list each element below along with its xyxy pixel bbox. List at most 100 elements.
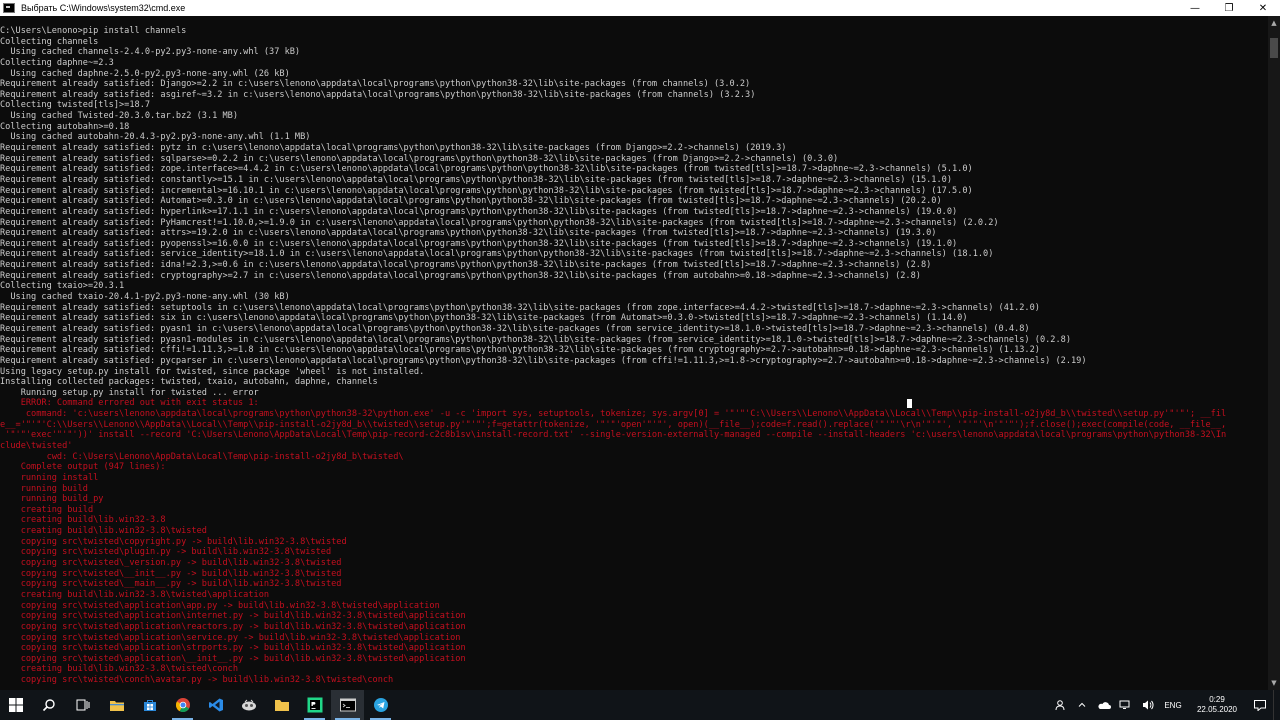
vertical-scrollbar[interactable]: ▲ ▼ [1268,16,1280,690]
console-line: Collecting twisted[tls]>=18.7 [0,100,151,111]
onedrive-icon[interactable] [1093,690,1115,720]
console-line: Using legacy setup.py install for twiste… [0,366,425,377]
telegram-icon[interactable] [364,690,397,720]
console-line: Using cached txaio-20.4.1-py2.py3-none-a… [0,292,290,303]
console-line: Using cached daphne-2.5.0-py2.py3-none-a… [0,68,290,79]
search-icon[interactable] [32,690,66,720]
console-line: copying src\twisted\application\reactors… [0,621,466,632]
console-line: copying src\twisted\__init__.py -> build… [0,568,342,579]
console-line: copying src\twisted\plugin.py -> build\l… [0,547,332,558]
cmd-icon[interactable] [331,690,364,720]
system-tray: ENG 0:29 22.05.2020 [1049,690,1280,720]
console-line: Requirement already satisfied: attrs>=19… [0,228,937,239]
console-line: copying src\twisted\__main__.py -> build… [0,579,342,590]
store-icon[interactable] [133,690,166,720]
console-line: Requirement already satisfied: service_i… [0,249,994,260]
chrome-icon[interactable] [166,690,199,720]
people-icon[interactable] [1049,690,1071,720]
show-desktop-button[interactable] [1273,690,1280,720]
folder-icon[interactable] [265,690,298,720]
console-line: ERROR: Command errored out with exit sta… [0,398,259,409]
vscode-icon[interactable] [199,690,232,720]
console-line: Collecting txaio>=20.3.1 [0,281,125,292]
console-line: e__='"'"'C:\\Users\\Lenono\\AppData\\Loc… [0,419,1227,430]
console-line: Running setup.py install for twisted ...… [0,387,259,398]
console-line: Collecting autobahn>=0.18 [0,121,130,132]
console-line: Requirement already satisfied: PyHamcres… [0,217,999,228]
console-line: Requirement already satisfied: pycparser… [0,355,1087,366]
console-line: creating build\lib.win32-3.8\twisted\con… [0,664,238,675]
console-line: Requirement already satisfied: Automat>=… [0,196,942,207]
console-line: clude\twisted' [0,440,73,451]
console-line: copying src\twisted\application\app.py -… [0,600,440,611]
console-line: Using cached channels-2.4.0-py2.py3-none… [0,47,301,58]
text-cursor [907,399,912,408]
console-line: C:\Users\Lenono>pip install channels [0,26,187,36]
console-line: Requirement already satisfied: six in c:… [0,313,968,324]
scroll-up-arrow-icon[interactable]: ▲ [1268,18,1280,28]
console-line: running install [0,472,99,483]
console-line: Requirement already satisfied: constantl… [0,174,952,185]
console-line: Requirement already satisfied: pytz in c… [0,143,787,154]
console-line: '"'"'exec'"'"'))' install --record 'C:\U… [0,430,1227,441]
clock-time: 0:29 [1209,695,1225,704]
network-icon[interactable] [1115,690,1137,720]
notifications-icon[interactable] [1247,690,1273,720]
console-line: Requirement already satisfied: zope.inte… [0,164,973,175]
console-line: Using cached autobahn-20.4.3-py2.py3-non… [0,132,311,143]
console-line: copying src\twisted\_version.py -> build… [0,558,342,569]
console-line: running build_py [0,494,104,505]
console-line: copying src\twisted\application\service.… [0,632,461,643]
console-line: creating build\lib.win32-3.8\twisted [0,526,207,537]
console-line: copying src\twisted\conch\avatar.py -> b… [0,675,394,686]
console-line: creating build\lib.win32-3.8 [0,515,166,526]
task-view-icon[interactable] [66,690,100,720]
console-line: Requirement already satisfied: cryptogra… [0,270,921,281]
clock[interactable]: 0:29 22.05.2020 [1187,695,1247,715]
chevron-up-icon[interactable] [1071,690,1093,720]
console-line: Using cached Twisted-20.3.0.tar.bz2 (3.1… [0,111,238,122]
console-line: Requirement already satisfied: sqlparse>… [0,153,839,164]
file-explorer-icon[interactable] [100,690,133,720]
console-line: creating build\lib.win32-3.8\twisted\app… [0,589,270,600]
pycharm-icon[interactable] [298,690,331,720]
console-line: Requirement already satisfied: pyasn1 in… [0,323,1030,334]
console-line: running build [0,483,88,494]
console-line: Requirement already satisfied: pyasn1-mo… [0,334,1071,345]
minimize-button[interactable]: — [1178,0,1212,16]
windows-start-icon[interactable] [0,690,32,720]
console-line: Requirement already satisfied: setuptool… [0,302,1040,313]
scroll-down-arrow-icon[interactable]: ▼ [1268,678,1280,688]
app-icon[interactable] [232,690,265,720]
volume-icon[interactable] [1137,690,1159,720]
maximize-button[interactable]: ❐ [1212,0,1246,16]
console-line: copying src\twisted\application\__init__… [0,653,466,664]
clock-date: 22.05.2020 [1196,705,1238,714]
console-line: Requirement already satisfied: increment… [0,185,973,196]
window-titlebar[interactable]: Выбрать C:\Windows\system32\cmd.exe — ❐ … [0,0,1280,16]
console-line: copying src\twisted\copyright.py -> buil… [0,536,347,547]
console-line: Collecting daphne~=2.3 [0,57,114,68]
taskbar-icons [0,690,397,720]
window-controls: — ❐ ✕ [1178,0,1280,16]
scroll-thumb[interactable] [1270,38,1278,58]
console-line: Requirement already satisfied: asgiref~=… [0,89,756,100]
console-line: cwd: C:\Users\Lenono\AppData\Local\Temp\… [0,451,404,462]
close-button[interactable]: ✕ [1246,0,1280,16]
console-line: copying src\twisted\application\internet… [0,611,466,622]
console-line: creating build [0,504,94,515]
console-line: Requirement already satisfied: pyopenssl… [0,238,958,249]
console-line: Collecting channels [0,36,99,47]
language-indicator[interactable]: ENG [1159,701,1187,710]
taskbar: ENG 0:29 22.05.2020 [0,690,1280,720]
console-line: Complete output (947 lines): [0,462,166,473]
console-line: command: 'c:\users\lenono\appdata\local\… [0,409,1227,420]
window-title: Выбрать C:\Windows\system32\cmd.exe [21,3,186,13]
console-line: Requirement already satisfied: cffi!=1.1… [0,345,1040,356]
console-output[interactable]: C:\Users\Lenono>pip install channels Coll… [0,26,1268,690]
console-line: Requirement already satisfied: hyperlink… [0,206,958,217]
console-line: Installing collected packages: twisted, … [0,377,378,388]
cmd-app-icon [3,3,15,13]
console-line: Requirement already satisfied: idna!=2.3… [0,260,932,271]
console-line: copying src\twisted\application\strports… [0,643,466,654]
